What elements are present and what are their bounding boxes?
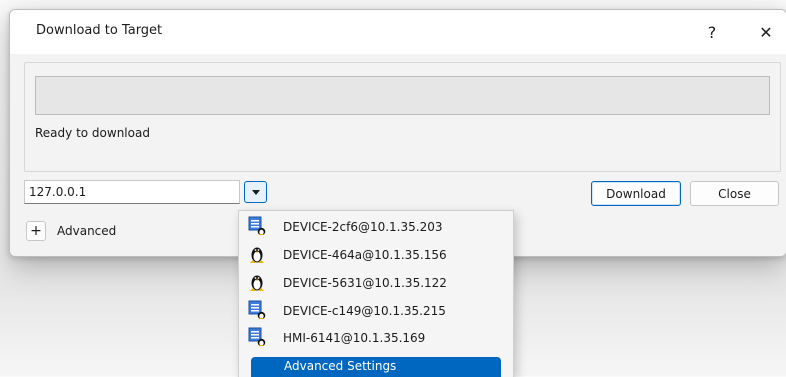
list-item-label: HMI-6141@10.1.35.169 [283, 331, 426, 345]
list-item[interactable]: DEVICE-464a@10.1.35.156 [239, 242, 513, 268]
target-dropdown-button[interactable] [244, 181, 267, 203]
chevron-down-icon [251, 189, 260, 195]
close-button[interactable]: Close [690, 181, 779, 206]
advanced-settings-label: Advanced Settings [284, 359, 397, 373]
advanced-label: Advanced [57, 224, 117, 238]
advanced-settings-item[interactable]: Advanced Settings [251, 357, 501, 377]
list-item-label: DEVICE-2cf6@10.1.35.203 [283, 220, 443, 234]
close-window-button[interactable]: ✕ [746, 16, 786, 48]
list-item[interactable]: DEVICE-c149@10.1.35.215 [239, 298, 513, 324]
title-bar[interactable]: Download to Target ? ✕ [10, 10, 786, 54]
linux-icon [250, 247, 264, 263]
target-address-input[interactable] [24, 180, 240, 204]
progress-bar [35, 76, 770, 115]
help-button[interactable]: ? [692, 16, 732, 48]
download-button[interactable]: Download [591, 181, 681, 206]
list-item-label: DEVICE-464a@10.1.35.156 [283, 248, 447, 262]
list-item[interactable]: DEVICE-5631@10.1.35.122 [239, 270, 513, 296]
status-message: Ready to download [35, 126, 150, 140]
device-icon [248, 327, 266, 347]
list-item[interactable]: HMI-6141@10.1.35.169 [239, 325, 513, 351]
status-group: Ready to download [24, 62, 781, 172]
dialog-title: Download to Target [36, 23, 163, 38]
device-icon [248, 216, 266, 236]
linux-icon [250, 275, 264, 291]
device-icon [248, 300, 266, 320]
list-item[interactable]: DEVICE-2cf6@10.1.35.203 [239, 214, 513, 240]
list-item-label: DEVICE-c149@10.1.35.215 [283, 304, 446, 318]
expand-advanced-button[interactable]: + [26, 221, 46, 241]
target-dropdown-list: DEVICE-2cf6@10.1.35.203 DEVICE-464a@10.1… [238, 210, 514, 377]
list-item-label: DEVICE-5631@10.1.35.122 [283, 276, 447, 290]
